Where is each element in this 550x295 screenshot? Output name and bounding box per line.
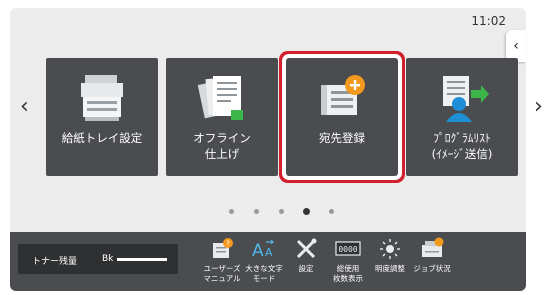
svg-text:A: A xyxy=(265,246,273,259)
program-list-send-icon xyxy=(406,72,518,124)
page-dot[interactable] xyxy=(254,209,259,214)
manual-icon: ? xyxy=(200,236,244,262)
address-book-add-icon xyxy=(286,72,398,124)
large-text-icon: A A xyxy=(242,236,286,262)
svg-text:A: A xyxy=(252,241,264,261)
page-dot[interactable] xyxy=(329,209,334,214)
brightness-icon xyxy=(368,236,412,262)
svg-text:0000: 0000 xyxy=(338,245,357,254)
toner-label: トナー残量 xyxy=(32,257,78,267)
toner-color: Bk xyxy=(102,254,114,264)
job-status-button[interactable]: ジョブ状況 xyxy=(410,234,454,288)
svg-text:?: ? xyxy=(226,240,230,248)
page-dot-active[interactable] xyxy=(303,208,310,215)
clock: 11:02 xyxy=(471,14,506,28)
system-bar: トナー残量 Bk ? ユーザーズ マニュアル A A 大きな文字 モード 設定 … xyxy=(10,232,526,291)
next-page-button[interactable]: › xyxy=(534,96,543,118)
wrench-icon xyxy=(284,236,328,262)
chevron-right-icon: › xyxy=(534,94,543,119)
chevron-left-icon: ‹ xyxy=(513,38,519,54)
tile-label: ﾌﾟﾛｸﾞﾗﾑﾘｽﾄ (ｲﾒｰｼﾞ送信) xyxy=(431,131,493,161)
tile-offline-finishing[interactable]: オフライン 仕上げ xyxy=(166,58,278,176)
tile-label: 給紙トレイ設定 xyxy=(61,131,143,145)
document-stack-icon xyxy=(166,72,278,124)
large-text-mode-button[interactable]: A A 大きな文字 モード xyxy=(242,234,286,288)
brightness-button[interactable]: 明度調整 xyxy=(368,234,412,288)
page-indicator xyxy=(0,206,550,216)
tile-program-list-image-send[interactable]: ﾌﾟﾛｸﾞﾗﾑﾘｽﾄ (ｲﾒｰｼﾞ送信) xyxy=(406,58,518,176)
tile-paper-tray-settings[interactable]: 給紙トレイ設定 xyxy=(46,58,158,176)
tile-label: 宛先登録 xyxy=(319,131,365,145)
chevron-left-icon: ‹ xyxy=(20,94,29,119)
printer-icon xyxy=(46,72,158,124)
tool-label: ジョブ状況 xyxy=(413,264,451,273)
total-count-button[interactable]: 0000 総使用 枚数表示 xyxy=(326,234,370,288)
tile-label: オフライン 仕上げ xyxy=(193,131,251,161)
previous-page-button[interactable]: ‹ xyxy=(20,96,29,118)
tile-address-registration[interactable]: 宛先登録 xyxy=(286,58,398,176)
page-dot[interactable] xyxy=(229,209,234,214)
page-dot[interactable] xyxy=(279,209,284,214)
toner-level-indicator: トナー残量 Bk xyxy=(18,244,178,274)
toner-level-bar xyxy=(117,258,167,261)
counter-icon: 0000 xyxy=(326,236,370,262)
job-status-icon xyxy=(410,236,454,262)
